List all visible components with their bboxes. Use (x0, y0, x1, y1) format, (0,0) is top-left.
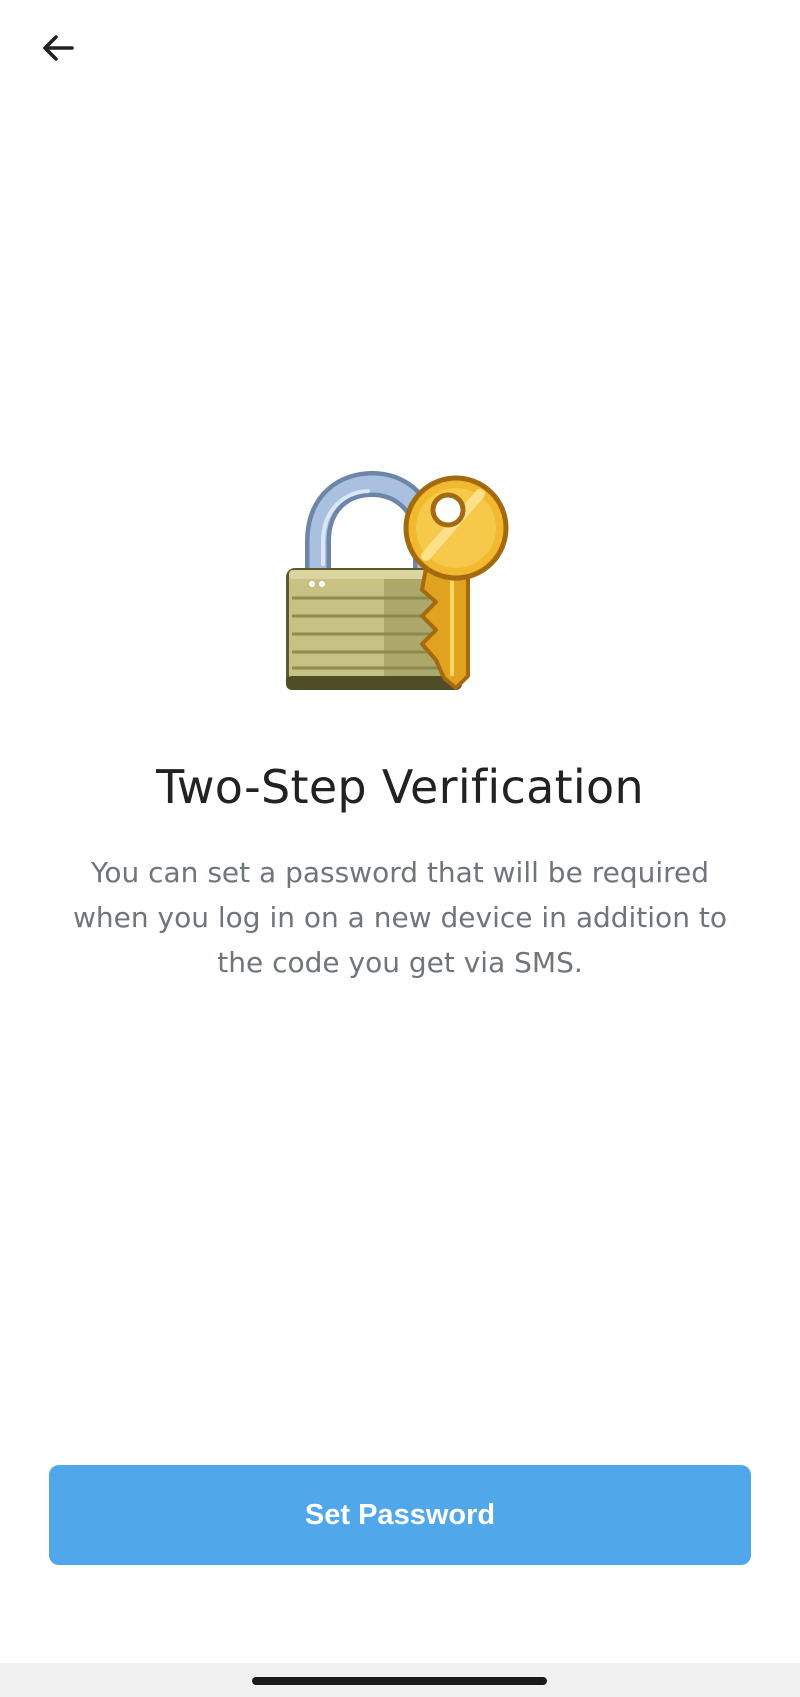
lock-with-key-icon (286, 470, 509, 690)
home-indicator[interactable] (252, 1677, 547, 1685)
page-description: You can set a password that will be requ… (73, 856, 727, 979)
system-navigation-bar (0, 1663, 800, 1697)
arrow-left-icon (43, 35, 74, 61)
hero-illustration (0, 470, 800, 702)
back-button[interactable] (28, 18, 88, 78)
set-password-button[interactable]: Set Password (49, 1465, 751, 1565)
page-title: Two-Step Verification (156, 760, 644, 814)
